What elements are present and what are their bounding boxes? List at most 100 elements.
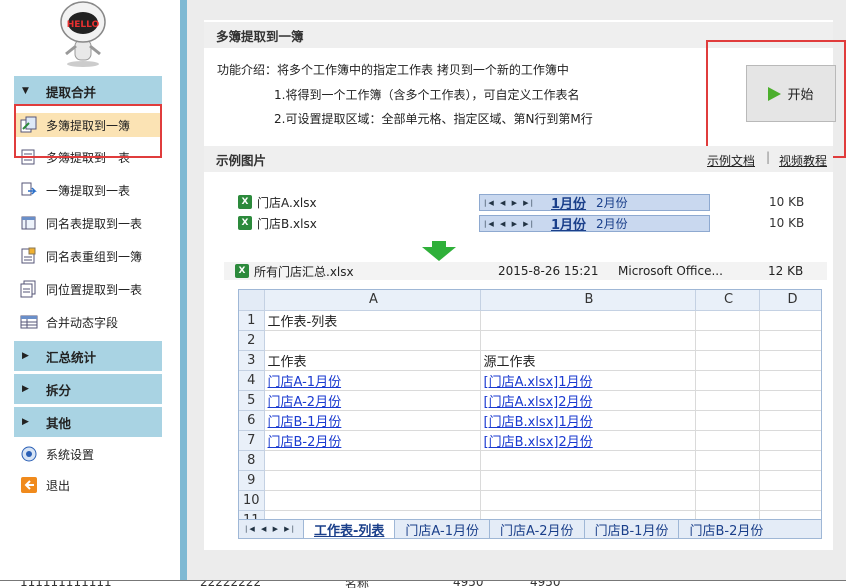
expand-arrow-icon: ▶ [22, 384, 29, 394]
sidebar-item-label: 同名表提取到一表 [46, 216, 143, 231]
expand-arrow-icon: ▶ [22, 351, 29, 361]
cell [264, 330, 481, 351]
cell: 工作表 [264, 350, 481, 371]
feature-point-2: 2.可设置提取区域：全部单元格、指定区域、第N行到第M行 [274, 112, 593, 126]
file-size: 10 KB [769, 216, 805, 230]
mini-tab: 1月份 [551, 218, 587, 233]
column-header: D [759, 290, 821, 311]
cell: 源工作表 [480, 350, 696, 371]
sidebar-item-one-book-to-sheet[interactable]: 一簿提取到一表 [16, 178, 162, 202]
hyperlink-cell[interactable]: [门店B.xlsx]1月份 [484, 415, 593, 430]
summary-file-row: X 所有门店汇总.xlsx 2015-8-26 15:21 Microsoft … [224, 262, 827, 280]
down-arrow-icon [422, 241, 456, 261]
row-number: 4 [239, 370, 265, 391]
file-name: 门店B.xlsx [257, 216, 317, 231]
same-name-sheet-icon [21, 216, 36, 230]
expand-arrow-icon: ▼ [22, 86, 29, 96]
sheet-tab: 门店B-1月份 [583, 520, 679, 538]
cell [480, 490, 696, 511]
file-type: Microsoft Office... [618, 264, 723, 278]
sidebar-item-system-settings[interactable]: 系统设置 [16, 442, 162, 466]
strip-cell: 22222222 [200, 580, 262, 588]
sidebar-item-multi-book-to-book[interactable]: 多簿提取到一簿 [16, 113, 162, 137]
group-other[interactable]: ▶ 其他 [14, 407, 162, 437]
sidebar-item-multi-book-to-sheet[interactable]: 多簿提取到一表 [16, 145, 162, 169]
hyperlink-cell[interactable]: 门店A-2月份 [268, 395, 342, 410]
same-name-regroup-icon [21, 247, 36, 264]
sheet-tab-bar: |◀ ◀ ▶ ▶| 工作表-列表 门店A-1月份 门店A-2月份 门店B-1月份… [239, 519, 821, 538]
multi-book-to-sheet-icon [21, 149, 35, 165]
sidebar-item-same-name-sheet[interactable]: 同名表提取到一表 [16, 211, 162, 235]
hyperlink-cell[interactable]: [门店A.xlsx]2月份 [484, 395, 593, 410]
group-label: 提取合并 [46, 84, 97, 100]
sidebar-item-label: 多簿提取到一表 [46, 150, 131, 165]
mascot-logo-icon: HELLO [60, 1, 106, 67]
sheet-tab: 门店B-2月份 [678, 520, 773, 538]
sidebar-item-same-position[interactable]: 同位置提取到一表 [16, 277, 162, 301]
strip-cell: 4950 [530, 580, 561, 588]
excel-file-icon: X [235, 264, 249, 278]
sheet-tab: 门店A-2月份 [488, 520, 584, 538]
multi-book-icon [20, 116, 37, 133]
expand-arrow-icon: ▶ [22, 417, 29, 427]
cell [480, 310, 696, 331]
hyperlink-cell[interactable]: [门店A.xlsx]1月份 [484, 375, 593, 390]
excel-file-icon: X [238, 195, 252, 209]
table-row: 8 [239, 450, 821, 471]
settings-icon [21, 446, 37, 462]
sidebar-item-label: 一簿提取到一表 [46, 183, 131, 198]
mini-sheet-tabs: |◀ ◀ ▶ ▶| 1月份 2月份 [479, 215, 710, 233]
sheet-tab: 门店A-1月份 [394, 520, 489, 538]
file-size: 12 KB [768, 264, 804, 278]
hyperlink-cell[interactable]: 门店B-2月份 [268, 435, 342, 450]
table-row: 7 门店B-2月份 [门店B.xlsx]2月份 [239, 430, 821, 451]
file-size: 10 KB [769, 195, 805, 209]
file-name: 门店A.xlsx [257, 195, 317, 210]
table-row: 5 门店A-2月份 [门店A.xlsx]2月份 [239, 390, 821, 411]
row-number: 6 [239, 410, 265, 431]
strip-cell: 名称 [345, 580, 370, 588]
sidebar-item-label: 同名表重组到一簿 [46, 249, 143, 264]
intro-text: 功能介绍：将多个工作簿中的指定工作表 拷贝到一个新的工作簿中 [217, 63, 569, 77]
sheet-nav-icon: |◀ ◀ ▶ ▶| [245, 525, 296, 533]
hyperlink-cell[interactable]: 门店B-1月份 [268, 415, 342, 430]
row-number: 9 [239, 470, 265, 491]
sidebar-item-label: 同位置提取到一表 [46, 282, 143, 297]
group-extract-merge[interactable]: ▼ 提取合并 [14, 76, 162, 106]
cell [264, 450, 481, 471]
hyperlink-cell[interactable]: 门店A-1月份 [268, 375, 342, 390]
video-tutorial-link[interactable]: 视频教程 [779, 152, 827, 169]
start-button[interactable]: 开始 [746, 65, 836, 122]
mini-tab: 2月份 [596, 196, 628, 210]
file-row: X 门店B.xlsx [238, 214, 317, 232]
cell [480, 450, 696, 471]
hyperlink-cell[interactable]: [门店B.xlsx]2月份 [484, 435, 593, 450]
sidebar-item-label: 退出 [46, 478, 71, 493]
sidebar-item-exit[interactable]: 退出 [16, 473, 162, 497]
sidebar-item-same-name-regroup[interactable]: 同名表重组到一簿 [16, 244, 162, 268]
mini-tab: 2月份 [596, 217, 628, 231]
cell [264, 470, 481, 491]
sidebar-item-label: 多簿提取到一簿 [46, 118, 131, 133]
row-number: 10 [239, 490, 265, 511]
sidebar: HELLO ▼ 提取合并 多簿提取到一簿 多簿提取到一表 一簿提取到一表 同名表… [0, 0, 178, 580]
sheet-nav-icon: |◀ ◀ ▶ ▶| [484, 198, 535, 207]
page-title: 多簿提取到一簿 [204, 22, 833, 48]
strip-cell: 111111111111 [20, 580, 112, 588]
cell [264, 490, 481, 511]
sample-doc-link[interactable]: 示例文档 [707, 152, 755, 169]
link-separator: | [766, 150, 771, 164]
table-row: 2 [239, 330, 821, 351]
row-number: 8 [239, 450, 265, 471]
group-split[interactable]: ▶ 拆分 [14, 374, 162, 404]
table-row: 1 工作表-列表 [239, 310, 821, 331]
sidebar-item-merge-dynamic-fields[interactable]: 合并动态字段 [16, 310, 162, 334]
sheet-nav-icon: |◀ ◀ ▶ ▶| [484, 219, 535, 228]
sidebar-item-label: 合并动态字段 [46, 315, 119, 330]
sheet-tab: 工作表-列表 [303, 520, 395, 538]
strip-cell: 4950 [453, 580, 484, 588]
group-summary-stats[interactable]: ▶ 汇总统计 [14, 341, 162, 371]
file-date: 2015-8-26 15:21 [498, 264, 599, 278]
column-header: C [695, 290, 760, 311]
one-book-to-sheet-icon [21, 182, 37, 196]
